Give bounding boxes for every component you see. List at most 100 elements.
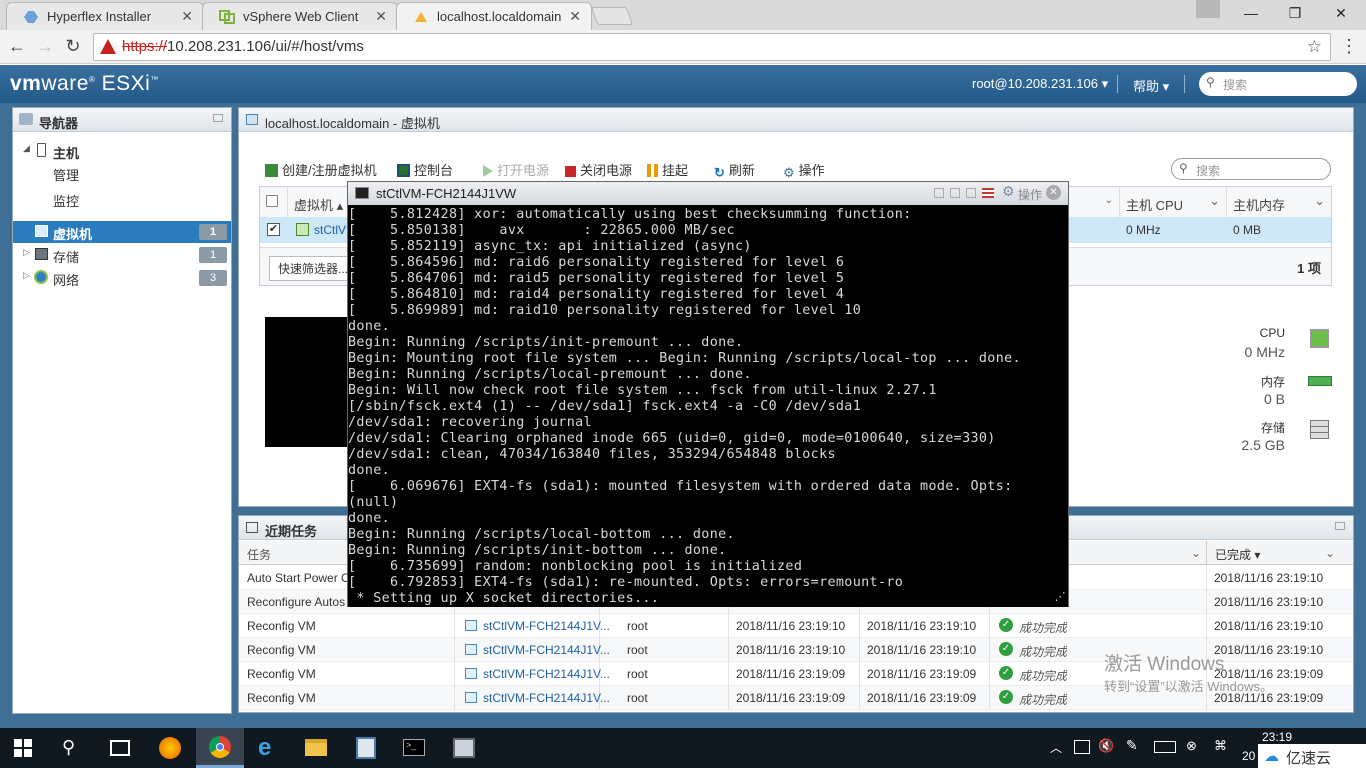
taskbar-vm-console[interactable]	[440, 728, 488, 768]
collapse-icon[interactable]	[1335, 522, 1345, 530]
task-queued: 2018/11/16 23:19:09	[736, 691, 846, 705]
back-icon[interactable]: ←	[6, 36, 28, 58]
console-actions-menu[interactable]: 操作	[1018, 186, 1042, 203]
vm-search-input[interactable]: ⚲ 搜索	[1171, 158, 1331, 180]
row-checkbox[interactable]: ✔	[267, 223, 280, 236]
ime-icon[interactable]: ⌘	[1214, 738, 1227, 754]
taskbar-chrome[interactable]	[196, 728, 244, 768]
restore-icon[interactable]	[950, 188, 960, 198]
close-icon[interactable]: ✕	[375, 8, 387, 25]
vm-console-window[interactable]: stCtlVM-FCH2144J1VW ⚙ 操作 ✕ [ 5.812428] x…	[347, 181, 1069, 607]
column-label: 主机 CPU	[1126, 198, 1184, 213]
nav-item-storage[interactable]: ▷ 存储 1	[13, 244, 231, 266]
console-resize-grip-icon[interactable]: ⋰	[1055, 589, 1066, 605]
taskbar-cmd[interactable]: >_	[390, 728, 438, 768]
nav-item-vms[interactable]: 虚拟机 1	[13, 221, 231, 243]
console-button[interactable]: 控制台	[397, 160, 453, 179]
taskbar-server-manager[interactable]	[342, 728, 390, 768]
taskbar-explorer[interactable]	[292, 728, 340, 768]
column-completed[interactable]: 已完成 ▾	[1215, 546, 1260, 563]
nav-label: 网络	[53, 273, 80, 288]
notification-close-icon[interactable]: ⊗	[1186, 738, 1197, 754]
gear-icon[interactable]: ⚙	[1002, 183, 1015, 200]
task-target[interactable]: stCtlVM-FCH2144J1V...	[483, 619, 610, 633]
task-target[interactable]: stCtlVM-FCH2144J1V...	[483, 691, 610, 705]
power-off-button[interactable]: 关闭电源	[565, 160, 632, 179]
count-badge: 1	[199, 224, 227, 240]
chevron-down-icon[interactable]: ⌄	[1105, 195, 1113, 206]
refresh-button[interactable]: ↻ 刷新	[714, 160, 755, 181]
quick-filter-input[interactable]: 快速筛选器...	[269, 256, 358, 281]
chevron-down-icon[interactable]: ⌄	[1191, 546, 1201, 560]
address-bar[interactable]: https://10.208.231.106/ui/#/host/vms ☆	[93, 33, 1331, 61]
help-menu[interactable]: 帮助 ▾	[1133, 76, 1169, 95]
network-tray-icon[interactable]	[1074, 740, 1090, 754]
browser-tab-esxi[interactable]: localhost.localdomain ✕	[396, 2, 592, 30]
vm-name-link[interactable]: stCtlV	[314, 223, 346, 237]
nav-item-network[interactable]: ▷ 网络 3	[13, 267, 231, 289]
header-search-input[interactable]: ⚲ 搜索	[1199, 72, 1357, 96]
keyboard-flag-icon[interactable]	[982, 188, 994, 198]
power-on-button[interactable]: 打开电源	[483, 160, 549, 179]
bookmark-star-icon[interactable]: ☆	[1307, 34, 1322, 60]
expand-icon[interactable]: ▷	[23, 270, 30, 281]
console-screen[interactable]: [ 5.812428] xor: automatically using bes…	[348, 207, 1068, 607]
select-all-checkbox[interactable]	[266, 195, 278, 207]
column-task[interactable]: 任务	[247, 546, 271, 563]
nav-item-host[interactable]: ◢ 主机	[13, 140, 231, 162]
search-icon[interactable]: ⚲	[62, 737, 75, 758]
network-icon	[34, 270, 48, 284]
minimize-icon[interactable]: —	[1228, 0, 1274, 28]
pen-icon[interactable]: ✎	[1126, 737, 1138, 754]
console-titlebar[interactable]: stCtlVM-FCH2144J1VW ⚙ 操作 ✕	[348, 182, 1068, 205]
expand-icon[interactable]: ◢	[23, 143, 30, 154]
taskbar-ie[interactable]: e	[244, 728, 292, 768]
column-host-memory[interactable]: 主机内存 ⌄	[1227, 187, 1331, 217]
keyboard-icon[interactable]	[1154, 741, 1176, 753]
button-label: 控制台	[414, 163, 454, 178]
task-view-icon[interactable]	[110, 740, 130, 756]
tray-expand-icon[interactable]: ︿	[1050, 739, 1062, 756]
menu-icon[interactable]: ⋮	[1338, 36, 1360, 58]
browser-tab-vsphere[interactable]: vSphere Web Client ✕	[202, 2, 398, 30]
task-task: Reconfig VM	[247, 643, 316, 657]
actions-button[interactable]: ⚙ 操作	[783, 160, 825, 181]
maximize-icon[interactable]	[966, 188, 976, 198]
count-badge: 3	[199, 270, 227, 286]
suspend-button[interactable]: 挂起	[647, 160, 688, 179]
task-target[interactable]: stCtlVM-FCH2144J1V...	[483, 643, 610, 657]
button-label: 关闭电源	[580, 163, 633, 178]
volume-icon[interactable]: 🔇	[1098, 738, 1114, 754]
browser-tab-hyperflex[interactable]: Hyperflex Installer ✕	[6, 2, 204, 30]
stat-value-storage: 2.5 GB	[1241, 437, 1285, 453]
forward-icon[interactable]: →	[34, 36, 56, 58]
task-target[interactable]: stCtlVM-FCH2144J1V...	[483, 667, 610, 681]
task-started: 2018/11/16 23:19:10	[867, 643, 977, 657]
collapse-icon[interactable]	[213, 114, 223, 122]
create-vm-button[interactable]: 创建/注册虚拟机	[265, 160, 377, 179]
chevron-down-icon[interactable]: ⌄	[1209, 193, 1220, 209]
taskbar-firefox[interactable]	[146, 728, 194, 768]
user-menu[interactable]: root@10.208.231.106 ▾	[972, 76, 1108, 92]
nav-item-manage[interactable]: 管理	[13, 162, 231, 184]
reload-icon[interactable]: ↻	[62, 36, 84, 58]
restore-icon[interactable]: ❐	[1272, 0, 1318, 28]
expand-icon[interactable]: ▷	[23, 247, 30, 258]
divider	[1184, 75, 1185, 93]
close-icon[interactable]: ✕	[1046, 185, 1061, 200]
close-window-icon[interactable]: ✕	[1318, 0, 1364, 28]
nav-item-monitor[interactable]: 监控	[13, 188, 231, 210]
column-host-cpu[interactable]: 主机 CPU ⌄	[1120, 187, 1227, 217]
close-icon[interactable]: ✕	[569, 8, 581, 25]
profile-icon[interactable]	[1196, 0, 1220, 18]
new-tab-button[interactable]	[590, 7, 634, 25]
clock-time[interactable]: 23:19	[1262, 730, 1292, 744]
minimize-icon[interactable]	[934, 188, 944, 198]
chevron-down-icon[interactable]: ⌄	[1314, 193, 1325, 209]
windows-start-icon[interactable]	[14, 739, 32, 757]
close-icon[interactable]: ✕	[181, 8, 193, 25]
cell-divider	[454, 686, 455, 710]
task-row[interactable]: Reconfig VM stCtlVM-FCH2144J1V... root 2018…	[239, 614, 1353, 638]
chevron-down-icon[interactable]: ⌄	[1325, 546, 1335, 560]
clock-date[interactable]: 20	[1242, 749, 1255, 763]
